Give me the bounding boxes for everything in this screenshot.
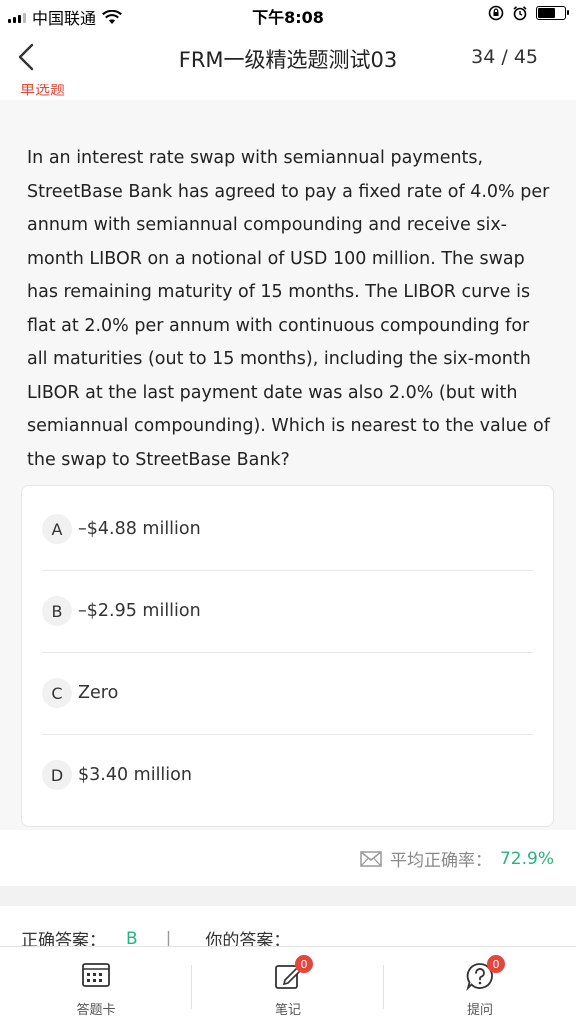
mail-icon: [360, 850, 382, 867]
accuracy-stats: 平均正确率： 72.9%: [0, 830, 576, 886]
question-type-text: 单选题: [20, 84, 66, 98]
note-badge: 0: [295, 955, 313, 973]
question-progress: 34 / 45: [471, 46, 538, 68]
question-type-label: 单选题: [0, 84, 576, 100]
status-bar: 中国联通 下午8:08: [0, 0, 576, 30]
option-letter: C: [42, 678, 72, 708]
accuracy-label: 平均正确率：: [389, 851, 492, 871]
accuracy-value: 72.9%: [499, 848, 554, 869]
ask-question-label: 提问: [466, 1003, 493, 1018]
bottom-toolbar: 答题卡 0 笔记 0 提问: [0, 946, 576, 1024]
question-badge: 0: [487, 955, 505, 973]
alarm-icon: [513, 6, 527, 21]
option-d[interactable]: D $3.40 million: [42, 734, 533, 816]
option-b[interactable]: B –$2.95 million: [42, 570, 533, 652]
option-text: Zero: [78, 683, 119, 703]
question-icon-wrap: 0: [465, 955, 505, 992]
answer-card-label: 答题卡: [76, 1003, 116, 1018]
question-text: In an interest rate swap with semiannual…: [27, 148, 550, 470]
note-button[interactable]: 0 笔记: [192, 947, 384, 1024]
status-right: [488, 5, 569, 21]
option-text: –$2.95 million: [78, 601, 201, 621]
option-text: $3.40 million: [78, 765, 192, 785]
option-a[interactable]: A –$4.88 million: [42, 488, 533, 570]
nav-bar: FRM一级精选题测试03 34 / 45: [0, 30, 576, 84]
option-letter: D: [42, 760, 72, 790]
option-text: –$4.88 million: [78, 519, 201, 539]
note-label: 笔记: [274, 1003, 301, 1018]
option-c[interactable]: C Zero: [42, 652, 533, 734]
answer-row: 正确答案： B | 你的答案：: [0, 906, 576, 950]
answer-card-icon: [82, 963, 110, 987]
ask-question-button[interactable]: 0 提问: [384, 947, 576, 1024]
option-letter: A: [42, 514, 72, 544]
answer-card-button[interactable]: 答题卡: [0, 947, 192, 1024]
question-area: In an interest rate swap with semiannual…: [0, 108, 576, 830]
option-letter: B: [42, 596, 72, 626]
options-card: A –$4.88 million B –$2.95 million C Zero…: [21, 485, 554, 827]
section-gap: [0, 886, 576, 906]
note-icon-wrap: 0: [273, 955, 313, 991]
battery-icon: [536, 6, 569, 20]
rotation-lock-icon: [488, 5, 504, 21]
